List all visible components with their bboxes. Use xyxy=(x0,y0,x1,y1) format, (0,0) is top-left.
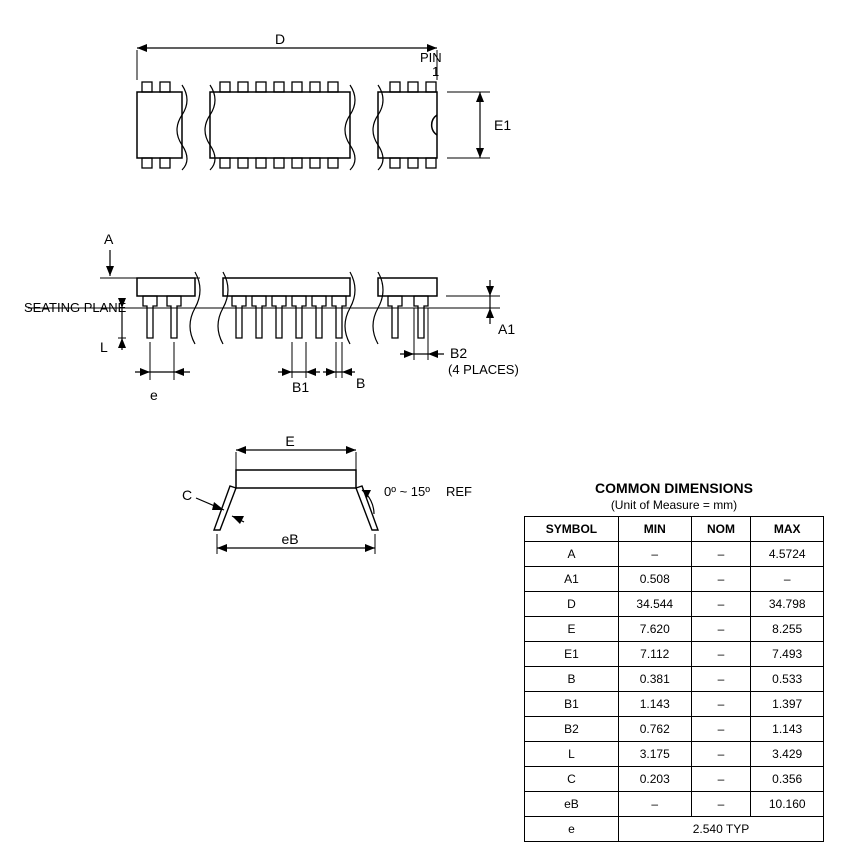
table-cell: – xyxy=(751,567,824,592)
table-cell: 7.620 xyxy=(618,617,691,642)
dimensions-table: SYMBOL MIN NOM MAX A––4.5724A10.508––D34… xyxy=(524,516,824,842)
table-row: C0.203–0.356 xyxy=(525,767,824,792)
table-cell: – xyxy=(691,617,751,642)
table-row: E7.620–8.255 xyxy=(525,617,824,642)
table-cell: 8.255 xyxy=(751,617,824,642)
label-B2: B2 xyxy=(450,345,467,361)
table-header-row: SYMBOL MIN NOM MAX xyxy=(525,517,824,542)
table-cell: B1 xyxy=(525,692,619,717)
pins-top xyxy=(142,82,436,92)
label-PIN1: 1 xyxy=(432,64,439,79)
table-row: e2.540 TYP xyxy=(525,817,824,842)
label-PIN: PIN xyxy=(420,50,442,65)
label-eB: eB xyxy=(281,531,298,547)
table-cell: 34.798 xyxy=(751,592,824,617)
label-e: e xyxy=(150,387,158,403)
table-row: A––4.5724 xyxy=(525,542,824,567)
table-row: D34.544–34.798 xyxy=(525,592,824,617)
table-cell: 7.493 xyxy=(751,642,824,667)
label-C: C xyxy=(182,487,192,503)
label-B: B xyxy=(356,375,365,391)
table-cell: – xyxy=(618,542,691,567)
label-angle: 0º ~ 15º xyxy=(384,484,430,499)
end-view: E C 0º ~ 15º REF eB xyxy=(182,433,472,554)
label-A1: A1 xyxy=(498,321,515,337)
dimensions-table-wrap: COMMON DIMENSIONS (Unit of Measure = mm)… xyxy=(524,480,824,842)
label-B2-note: (4 PLACES) xyxy=(448,362,519,377)
table-cell: A1 xyxy=(525,567,619,592)
table-cell: 1.143 xyxy=(618,692,691,717)
table-cell: E xyxy=(525,617,619,642)
table-cell: 0.762 xyxy=(618,717,691,742)
table-cell: B2 xyxy=(525,717,619,742)
label-D: D xyxy=(275,31,285,47)
table-cell: – xyxy=(691,717,751,742)
table-cell: 3.429 xyxy=(751,742,824,767)
table-cell: eB xyxy=(525,792,619,817)
label-E1: E1 xyxy=(494,117,511,133)
table-cell: – xyxy=(691,542,751,567)
label-A: A xyxy=(104,231,114,247)
table-cell: 1.397 xyxy=(751,692,824,717)
table-title: COMMON DIMENSIONS xyxy=(524,480,824,496)
table-cell: – xyxy=(691,642,751,667)
table-subtitle: (Unit of Measure = mm) xyxy=(524,498,824,512)
th-max: MAX xyxy=(751,517,824,542)
table-cell: B xyxy=(525,667,619,692)
th-symbol: SYMBOL xyxy=(525,517,619,542)
table-cell: 2.540 TYP xyxy=(618,817,823,842)
table-cell: 1.143 xyxy=(751,717,824,742)
table-cell: 4.5724 xyxy=(751,542,824,567)
table-row: B20.762–1.143 xyxy=(525,717,824,742)
table-cell: 7.112 xyxy=(618,642,691,667)
table-cell: – xyxy=(691,692,751,717)
top-view: D PIN 1 xyxy=(137,31,511,170)
table-row: B0.381–0.533 xyxy=(525,667,824,692)
label-seating-plane: SEATING PLANE xyxy=(24,300,127,315)
table-cell: 34.544 xyxy=(618,592,691,617)
label-B1: B1 xyxy=(292,379,309,395)
table-cell: – xyxy=(691,667,751,692)
table-row: A10.508–– xyxy=(525,567,824,592)
table-cell: – xyxy=(691,792,751,817)
table-cell: L xyxy=(525,742,619,767)
table-cell: C xyxy=(525,767,619,792)
table-row: B11.143–1.397 xyxy=(525,692,824,717)
side-pins xyxy=(143,296,428,338)
table-cell: 10.160 xyxy=(751,792,824,817)
side-view: A SEATING PLANE xyxy=(24,231,519,403)
label-REF: REF xyxy=(446,484,472,499)
table-cell: E1 xyxy=(525,642,619,667)
table-row: eB––10.160 xyxy=(525,792,824,817)
label-E: E xyxy=(285,433,294,449)
table-cell: 0.381 xyxy=(618,667,691,692)
table-cell: – xyxy=(691,742,751,767)
table-cell: e xyxy=(525,817,619,842)
table-cell: D xyxy=(525,592,619,617)
th-min: MIN xyxy=(618,517,691,542)
table-cell: – xyxy=(691,592,751,617)
label-L: L xyxy=(100,339,108,355)
table-cell: 0.356 xyxy=(751,767,824,792)
table-cell: 0.533 xyxy=(751,667,824,692)
table-row: L3.175–3.429 xyxy=(525,742,824,767)
table-row: E17.112–7.493 xyxy=(525,642,824,667)
table-cell: 0.203 xyxy=(618,767,691,792)
table-cell: 3.175 xyxy=(618,742,691,767)
table-cell: 0.508 xyxy=(618,567,691,592)
table-cell: – xyxy=(691,567,751,592)
table-cell: – xyxy=(618,792,691,817)
table-cell: A xyxy=(525,542,619,567)
table-cell: – xyxy=(691,767,751,792)
th-nom: NOM xyxy=(691,517,751,542)
